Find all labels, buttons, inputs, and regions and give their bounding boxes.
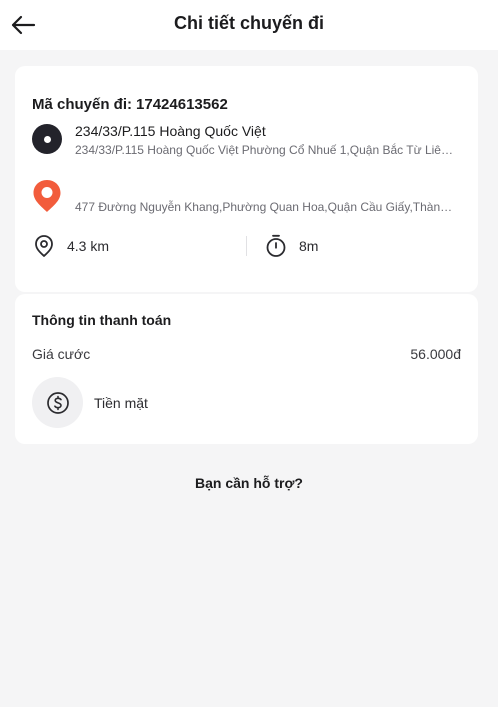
support-link[interactable]: Bạn cần hỗ trợ? <box>0 475 498 491</box>
pickup-dot-icon <box>32 124 62 154</box>
dollar-circle-icon <box>32 377 83 428</box>
dropoff-address: 477 Đường Nguyễn Khang,Phường Quan Hoa,Q… <box>75 200 458 214</box>
pickup-address: 234/33/P.115 Hoàng Quốc Việt Phường Cổ N… <box>75 143 458 157</box>
stat-divider <box>246 236 247 256</box>
distance-value: 4.3 km <box>67 238 110 254</box>
timer-icon <box>264 234 288 258</box>
trip-info-card: Mã chuyến đi: 17424613562 234/33/P.115 Ho… <box>15 66 478 292</box>
trip-code: Mã chuyến đi: 17424613562 <box>32 96 228 113</box>
fare-label: Giá cước <box>32 346 91 362</box>
duration-value: 8m <box>299 238 319 254</box>
pickup-title: 234/33/P.115 Hoàng Quốc Việt <box>75 123 266 139</box>
payment-info-card: Thông tin thanh toán Giá cước 56.000đ Ti… <box>15 294 478 444</box>
fare-value: 56.000đ <box>410 346 461 362</box>
trip-code-label: Mã chuyến đi: <box>32 96 133 113</box>
trip-code-value: 17424613562 <box>136 96 228 113</box>
duration-stat: 8m <box>264 234 318 258</box>
app-header: Chi tiết chuyến đi <box>0 0 498 50</box>
payment-method-label: Tiền mặt <box>94 395 148 411</box>
location-outline-icon <box>32 234 56 258</box>
map-pin-icon <box>33 180 61 212</box>
page-title: Chi tiết chuyến đi <box>173 13 324 33</box>
payment-section-title: Thông tin thanh toán <box>32 312 172 328</box>
distance-stat: 4.3 km <box>32 234 109 258</box>
